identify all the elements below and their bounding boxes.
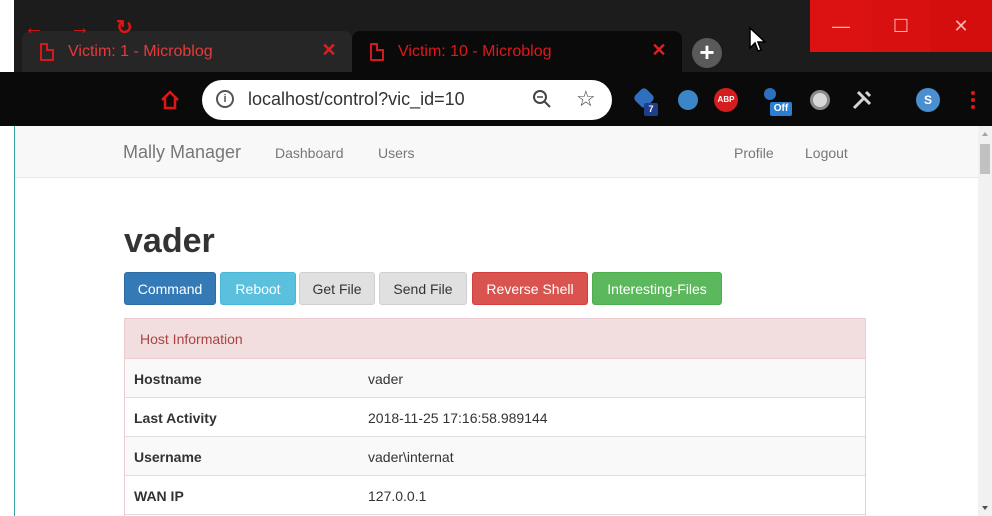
web-page: Mally Manager Dashboard Users Profile Lo… <box>14 126 978 516</box>
row-value: 2018-11-25 17:16:58.989144 <box>368 410 548 426</box>
row-label: Username <box>134 449 202 465</box>
site-navbar: Mally Manager Dashboard Users Profile Lo… <box>14 126 978 178</box>
scroll-thumb[interactable] <box>980 144 990 174</box>
interesting-files-button[interactable]: Interesting-Files <box>592 272 722 305</box>
scroll-up-arrow-icon[interactable] <box>982 132 988 136</box>
nav-profile[interactable]: Profile <box>734 145 774 161</box>
url-text[interactable]: localhost/control?vic_id=10 <box>248 89 465 110</box>
mouse-cursor-icon <box>749 26 767 52</box>
panel-heading: Host Information <box>125 319 865 359</box>
page-title: vader <box>124 222 215 260</box>
brand-link[interactable]: Mally Manager <box>123 142 241 163</box>
vertical-scrollbar[interactable] <box>978 126 992 516</box>
page-icon <box>370 42 384 61</box>
forward-arrow-icon[interactable]: → <box>70 18 90 38</box>
row-label: Hostname <box>134 371 202 387</box>
off-badge: Off <box>770 102 792 116</box>
close-window-button[interactable]: ✕ <box>930 0 992 52</box>
off-extension-icon[interactable] <box>764 88 776 100</box>
home-icon[interactable] <box>160 90 180 110</box>
adblock-icon[interactable]: ABP <box>714 88 738 112</box>
page-icon <box>40 42 54 61</box>
maximize-button[interactable]: ☐ <box>872 0 930 52</box>
circle-extension-icon[interactable] <box>810 90 830 110</box>
scroll-down-arrow-icon[interactable] <box>982 506 988 510</box>
back-arrow-icon[interactable]: ← <box>24 18 44 38</box>
row-value: 127.0.0.1 <box>368 488 427 504</box>
nav-dashboard[interactable]: Dashboard <box>275 145 344 161</box>
reload-icon[interactable]: ↻ <box>116 18 133 38</box>
kebab-menu-icon[interactable] <box>970 90 976 110</box>
browser-window: Victim: 1 - Microblog ✕ Victim: 10 - Mic… <box>0 0 992 516</box>
window-edge <box>0 0 14 72</box>
vimeo-icon[interactable] <box>678 90 698 110</box>
window-controls: — ☐ ✕ <box>810 0 992 52</box>
send-file-button[interactable]: Send File <box>379 272 467 305</box>
site-info-icon[interactable]: i <box>216 90 234 108</box>
close-tab-icon[interactable]: ✕ <box>320 41 338 59</box>
row-value: vader\internat <box>368 449 454 465</box>
tab-title: Victim: 1 - Microblog <box>68 42 213 60</box>
address-bar[interactable]: i localhost/control?vic_id=10 ☆ <box>202 80 612 120</box>
zoom-icon[interactable] <box>532 89 552 109</box>
reboot-button[interactable]: Reboot <box>220 272 296 305</box>
tab-title: Victim: 10 - Microblog <box>398 42 552 60</box>
badge-count: 7 <box>644 103 658 116</box>
row-value: vader <box>368 371 404 387</box>
row-label: Last Activity <box>134 410 217 426</box>
command-button[interactable]: Command <box>124 272 216 305</box>
tools-icon[interactable] <box>850 88 874 112</box>
profile-avatar-icon[interactable]: S <box>916 88 940 112</box>
table-row: Last Activity 2018-11-25 17:16:58.989144 <box>125 398 865 437</box>
tab-victim-10[interactable]: Victim: 10 - Microblog ✕ <box>352 31 682 72</box>
nav-users[interactable]: Users <box>378 145 415 161</box>
new-tab-button[interactable]: + <box>692 38 722 68</box>
close-tab-icon[interactable]: ✕ <box>650 41 668 59</box>
bookmark-star-icon[interactable]: ☆ <box>576 86 596 112</box>
table-row: Username vader\internat <box>125 437 865 476</box>
table-row: Hostname vader <box>125 359 865 398</box>
reverse-shell-button[interactable]: Reverse Shell <box>472 272 588 305</box>
row-label: WAN IP <box>134 488 184 504</box>
minimize-button[interactable]: — <box>810 0 872 52</box>
nav-logout[interactable]: Logout <box>805 145 848 161</box>
host-information-panel: Host Information Hostname vader Last Act… <box>124 318 866 516</box>
table-row: WAN IP 127.0.0.1 <box>125 476 865 515</box>
get-file-button[interactable]: Get File <box>299 272 375 305</box>
window-border <box>14 126 15 516</box>
